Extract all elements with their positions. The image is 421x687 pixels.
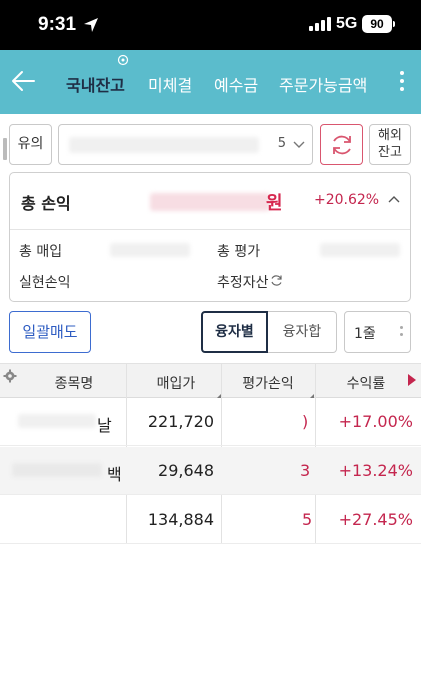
summary-divider: [10, 229, 410, 230]
refresh-small-icon[interactable]: [270, 274, 283, 287]
drag-handle[interactable]: [3, 138, 7, 160]
chevron-up-icon[interactable]: [388, 195, 400, 203]
tab-indicator-icon: [117, 54, 129, 66]
overseas-label-2: 잔고: [378, 145, 402, 160]
total-purchase-label: 총 매입: [19, 244, 63, 260]
bulk-sell-button[interactable]: 일괄매도: [9, 311, 91, 353]
eval-pl-fragment: 5: [302, 510, 313, 529]
table-row[interactable]: 백 29,648 3 +13.24%: [0, 447, 421, 495]
location-arrow-icon: [84, 18, 98, 32]
account-number-fragment: 5: [277, 136, 286, 151]
app-header: 국내잔고 미체결 예수금 주문가능금액: [0, 50, 421, 114]
battery-tip: [393, 21, 395, 27]
tab-unfilled[interactable]: 미체결: [148, 72, 192, 96]
table-row[interactable]: 134,884 5 +27.45%: [0, 496, 421, 544]
total-pl-rate: +20.62%: [314, 192, 380, 208]
overseas-label-1: 해외: [378, 128, 402, 143]
masked-purchase: [110, 243, 190, 257]
total-pl-title: 총 손익: [21, 194, 71, 213]
col-return-rate[interactable]: 수익률: [336, 373, 396, 393]
purchase-price: 221,720: [147, 412, 214, 431]
masked-stock-name: [12, 463, 102, 477]
battery-icon: 90: [362, 15, 392, 33]
overseas-balance-button[interactable]: 해외 잔고: [369, 124, 411, 165]
total-evaluation-label: 총 평가: [217, 244, 261, 260]
eval-pl-fragment: ): [302, 412, 309, 431]
estimated-assets-label: 추정자산: [217, 275, 269, 291]
holdings-table-header: 종목명 매입가 평가손익 수익률: [0, 363, 421, 398]
status-bar: 9:31 5G 90: [0, 0, 421, 50]
masked-account: [69, 137, 259, 153]
more-vertical-icon[interactable]: [396, 68, 408, 96]
row-lines-select[interactable]: 1줄: [344, 311, 411, 353]
col-purchase-price[interactable]: 매입가: [146, 373, 206, 393]
tab-domestic-balance[interactable]: 국내잔고: [66, 72, 125, 96]
masked-stock-name: [18, 414, 96, 428]
scroll-right-icon[interactable]: [408, 374, 416, 386]
purchase-price: 29,648: [158, 461, 214, 480]
status-time: 9:31: [38, 14, 77, 35]
return-rate: +27.45%: [338, 510, 413, 529]
tab-orderable-amount[interactable]: 주문가능금액: [279, 72, 367, 96]
purchase-price: 134,884: [147, 510, 214, 529]
eval-pl-fragment: 3: [300, 461, 311, 480]
chevron-down-icon: [293, 141, 305, 148]
masked-amount: [150, 193, 270, 211]
stock-name-fragment: 날: [97, 416, 112, 435]
masked-evaluation: [320, 243, 400, 257]
account-select[interactable]: 5: [58, 124, 313, 165]
stock-name-fragment: 백: [107, 465, 122, 484]
gear-icon[interactable]: [3, 369, 17, 383]
account-type-button[interactable]: 유의: [9, 124, 52, 165]
total-pl-currency: 원: [266, 193, 283, 214]
row-lines-label: 1줄: [354, 326, 376, 342]
table-row[interactable]: 날 221,720 ) +17.00%: [0, 398, 421, 446]
col-eval-pl[interactable]: 평가손익: [233, 373, 303, 393]
pl-summary-card: 총 손익 원 +20.62% 총 매입 총 평가 실현손익 추정자산: [9, 172, 411, 302]
col-stock-name[interactable]: 종목명: [44, 373, 104, 393]
signal-icon: [309, 17, 331, 31]
network-label: 5G: [336, 15, 358, 32]
segment-loan-sum[interactable]: 융자합: [268, 311, 337, 353]
realized-pl-label: 실현손익: [19, 275, 71, 291]
tab-deposit[interactable]: 예수금: [214, 72, 258, 96]
refresh-button[interactable]: [320, 124, 363, 165]
back-arrow-icon[interactable]: [10, 68, 36, 94]
return-rate: +17.00%: [338, 412, 413, 431]
segment-by-loan[interactable]: 융자별: [201, 311, 268, 353]
refresh-icon: [333, 135, 351, 155]
more-options-icon: [400, 326, 404, 340]
return-rate: +13.24%: [338, 461, 413, 480]
